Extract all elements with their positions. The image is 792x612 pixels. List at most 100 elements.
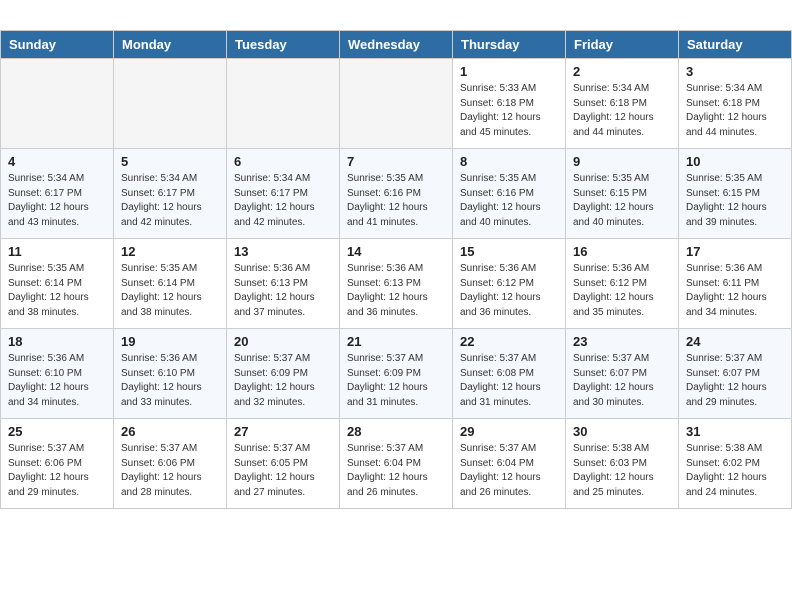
calendar-cell — [340, 59, 453, 149]
day-number: 4 — [8, 154, 106, 169]
calendar-cell: 5Sunrise: 5:34 AM Sunset: 6:17 PM Daylig… — [114, 149, 227, 239]
day-number: 1 — [460, 64, 558, 79]
calendar-cell: 31 Sunrise: 5:38 AM Sunset: 6:02 PM Dayli… — [679, 419, 792, 509]
calendar-cell: 11 Sunrise: 5:35 AM Sunset: 6:14 PM Dayli… — [1, 239, 114, 329]
day-info: Sunrise: 5:36 AM Sunset: 6:10 PM Dayligh… — [121, 352, 219, 410]
day-info: Sunrise: 5:34 AM Sunset: 6:17 PM Dayligh… — [234, 172, 332, 230]
weekday-saturday: Saturday — [679, 31, 792, 59]
day-number: 9 — [573, 154, 671, 169]
day-number: 22 — [460, 334, 558, 349]
calendar-cell: 1 Sunrise: 5:33 AM Sunset: 6:18 PM Daylig… — [453, 59, 566, 149]
day-number: 21 — [347, 334, 445, 349]
day-info: Sunrise: 5:33 AM Sunset: 6:18 PM Dayligh… — [460, 82, 558, 140]
calendar-cell: 12 Sunrise: 5:35 AM Sunset: 6:14 PM Dayli… — [114, 239, 227, 329]
calendar-cell: 24Sunrise: 5:37 AM Sunset: 6:07 PM Dayli… — [679, 329, 792, 419]
calendar-cell: 23Sunrise: 5:37 AM Sunset: 6:07 PM Dayli… — [566, 329, 679, 419]
day-info: Sunrise: 5:35 AM Sunset: 6:15 PM Dayligh… — [686, 172, 784, 230]
calendar-cell: 22Sunrise: 5:37 AM Sunset: 6:08 PM Dayli… — [453, 329, 566, 419]
calendar-body: 1 Sunrise: 5:33 AM Sunset: 6:18 PM Daylig… — [1, 59, 792, 509]
calendar-week-1: 1 Sunrise: 5:33 AM Sunset: 6:18 PM Daylig… — [1, 59, 792, 149]
day-number: 7 — [347, 154, 445, 169]
day-info: Sunrise: 5:37 AM Sunset: 6:06 PM Dayligh… — [8, 442, 106, 500]
day-number: 18 — [8, 334, 106, 349]
day-info: Sunrise: 5:37 AM Sunset: 6:09 PM Dayligh… — [234, 352, 332, 410]
calendar-cell: 9 Sunrise: 5:35 AM Sunset: 6:15 PM Daylig… — [566, 149, 679, 239]
day-info: Sunrise: 5:34 AM Sunset: 6:18 PM Dayligh… — [686, 82, 784, 140]
calendar-cell — [227, 59, 340, 149]
calendar-cell: 8 Sunrise: 5:35 AM Sunset: 6:16 PM Daylig… — [453, 149, 566, 239]
day-info: Sunrise: 5:38 AM Sunset: 6:03 PM Dayligh… — [573, 442, 671, 500]
day-number: 15 — [460, 244, 558, 259]
calendar-cell: 15Sunrise: 5:36 AM Sunset: 6:12 PM Dayli… — [453, 239, 566, 329]
calendar-cell: 16 Sunrise: 5:36 AM Sunset: 6:12 PM Dayli… — [566, 239, 679, 329]
calendar-week-3: 11 Sunrise: 5:35 AM Sunset: 6:14 PM Dayli… — [1, 239, 792, 329]
calendar-cell — [1, 59, 114, 149]
calendar-cell: 21 Sunrise: 5:37 AM Sunset: 6:09 PM Dayli… — [340, 329, 453, 419]
day-number: 31 — [686, 424, 784, 439]
calendar-cell — [114, 59, 227, 149]
day-info: Sunrise: 5:37 AM Sunset: 6:04 PM Dayligh… — [347, 442, 445, 500]
day-number: 30 — [573, 424, 671, 439]
day-number: 29 — [460, 424, 558, 439]
day-number: 28 — [347, 424, 445, 439]
day-info: Sunrise: 5:37 AM Sunset: 6:04 PM Dayligh… — [460, 442, 558, 500]
calendar-cell: 25 Sunrise: 5:37 AM Sunset: 6:06 PM Dayli… — [1, 419, 114, 509]
day-info: Sunrise: 5:35 AM Sunset: 6:15 PM Dayligh… — [573, 172, 671, 230]
day-number: 11 — [8, 244, 106, 259]
day-number: 12 — [121, 244, 219, 259]
day-info: Sunrise: 5:36 AM Sunset: 6:13 PM Dayligh… — [347, 262, 445, 320]
day-info: Sunrise: 5:34 AM Sunset: 6:17 PM Dayligh… — [121, 172, 219, 230]
day-info: Sunrise: 5:34 AM Sunset: 6:18 PM Dayligh… — [573, 82, 671, 140]
day-number: 20 — [234, 334, 332, 349]
calendar-cell: 3Sunrise: 5:34 AM Sunset: 6:18 PM Daylig… — [679, 59, 792, 149]
day-number: 25 — [8, 424, 106, 439]
day-number: 16 — [573, 244, 671, 259]
day-number: 8 — [460, 154, 558, 169]
day-number: 23 — [573, 334, 671, 349]
calendar-week-5: 25 Sunrise: 5:37 AM Sunset: 6:06 PM Dayli… — [1, 419, 792, 509]
calendar-week-2: 4 Sunrise: 5:34 AM Sunset: 6:17 PM Daylig… — [1, 149, 792, 239]
weekday-header-row: SundayMondayTuesdayWednesdayThursdayFrid… — [1, 31, 792, 59]
calendar-cell: 26 Sunrise: 5:37 AM Sunset: 6:06 PM Dayli… — [114, 419, 227, 509]
day-info: Sunrise: 5:35 AM Sunset: 6:14 PM Dayligh… — [121, 262, 219, 320]
day-number: 6 — [234, 154, 332, 169]
weekday-sunday: Sunday — [1, 31, 114, 59]
weekday-wednesday: Wednesday — [340, 31, 453, 59]
day-info: Sunrise: 5:35 AM Sunset: 6:14 PM Dayligh… — [8, 262, 106, 320]
calendar-cell: 14 Sunrise: 5:36 AM Sunset: 6:13 PM Dayli… — [340, 239, 453, 329]
calendar-cell: 29 Sunrise: 5:37 AM Sunset: 6:04 PM Dayli… — [453, 419, 566, 509]
day-number: 13 — [234, 244, 332, 259]
calendar-cell: 13 Sunrise: 5:36 AM Sunset: 6:13 PM Dayli… — [227, 239, 340, 329]
day-number: 14 — [347, 244, 445, 259]
day-info: Sunrise: 5:36 AM Sunset: 6:10 PM Dayligh… — [8, 352, 106, 410]
calendar-cell: 19Sunrise: 5:36 AM Sunset: 6:10 PM Dayli… — [114, 329, 227, 419]
day-number: 10 — [686, 154, 784, 169]
weekday-tuesday: Tuesday — [227, 31, 340, 59]
weekday-monday: Monday — [114, 31, 227, 59]
weekday-thursday: Thursday — [453, 31, 566, 59]
calendar-cell: 30 Sunrise: 5:38 AM Sunset: 6:03 PM Dayli… — [566, 419, 679, 509]
day-info: Sunrise: 5:36 AM Sunset: 6:13 PM Dayligh… — [234, 262, 332, 320]
page-header: General Blue — [0, 0, 792, 30]
calendar-cell: 10 Sunrise: 5:35 AM Sunset: 6:15 PM Dayli… — [679, 149, 792, 239]
calendar-cell: 20 Sunrise: 5:37 AM Sunset: 6:09 PM Dayli… — [227, 329, 340, 419]
calendar-cell: 2Sunrise: 5:34 AM Sunset: 6:18 PM Daylig… — [566, 59, 679, 149]
day-number: 17 — [686, 244, 784, 259]
calendar-week-4: 18 Sunrise: 5:36 AM Sunset: 6:10 PM Dayli… — [1, 329, 792, 419]
day-info: Sunrise: 5:38 AM Sunset: 6:02 PM Dayligh… — [686, 442, 784, 500]
calendar-cell: 7 Sunrise: 5:35 AM Sunset: 6:16 PM Daylig… — [340, 149, 453, 239]
day-info: Sunrise: 5:37 AM Sunset: 6:06 PM Dayligh… — [121, 442, 219, 500]
day-info: Sunrise: 5:37 AM Sunset: 6:09 PM Dayligh… — [347, 352, 445, 410]
day-info: Sunrise: 5:34 AM Sunset: 6:17 PM Dayligh… — [8, 172, 106, 230]
day-number: 24 — [686, 334, 784, 349]
day-info: Sunrise: 5:35 AM Sunset: 6:16 PM Dayligh… — [347, 172, 445, 230]
day-info: Sunrise: 5:36 AM Sunset: 6:12 PM Dayligh… — [573, 262, 671, 320]
calendar-cell: 27Sunrise: 5:37 AM Sunset: 6:05 PM Dayli… — [227, 419, 340, 509]
day-info: Sunrise: 5:37 AM Sunset: 6:05 PM Dayligh… — [234, 442, 332, 500]
calendar-cell: 6 Sunrise: 5:34 AM Sunset: 6:17 PM Daylig… — [227, 149, 340, 239]
calendar-table: SundayMondayTuesdayWednesdayThursdayFrid… — [0, 30, 792, 509]
day-info: Sunrise: 5:36 AM Sunset: 6:11 PM Dayligh… — [686, 262, 784, 320]
day-info: Sunrise: 5:35 AM Sunset: 6:16 PM Dayligh… — [460, 172, 558, 230]
calendar-cell: 18 Sunrise: 5:36 AM Sunset: 6:10 PM Dayli… — [1, 329, 114, 419]
day-number: 26 — [121, 424, 219, 439]
